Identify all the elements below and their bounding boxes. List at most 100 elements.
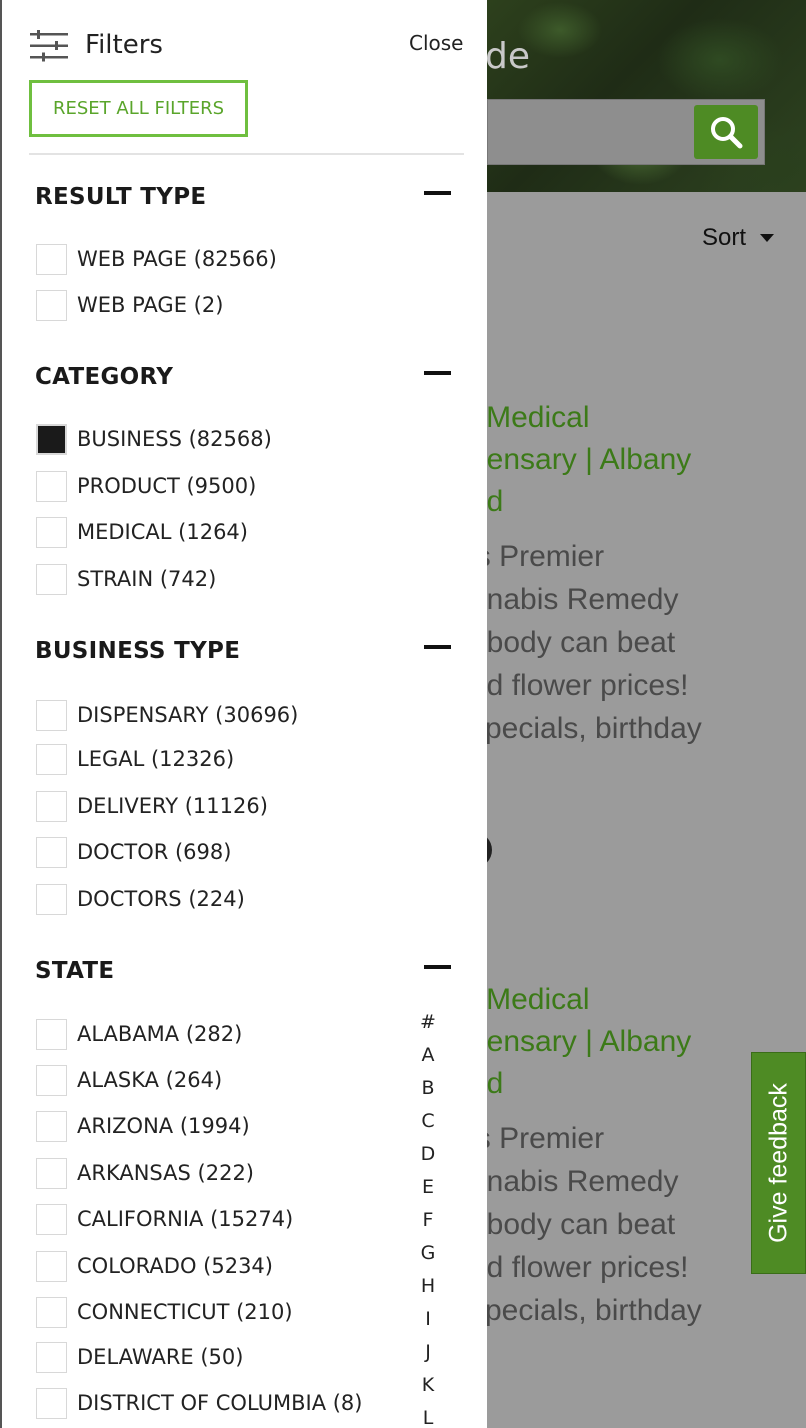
filter-option[interactable]: ALASKA (264) xyxy=(36,1064,222,1096)
filter-option[interactable]: DISTRICT OF COLUMBIA (8) xyxy=(36,1387,362,1419)
alpha-index-letter[interactable]: I xyxy=(416,1303,440,1336)
collapse-minus-icon[interactable] xyxy=(424,371,451,375)
checkbox[interactable] xyxy=(36,563,67,595)
filter-option-label: CONNECTICUT (210) xyxy=(77,1300,293,1324)
checkbox[interactable] xyxy=(36,1018,67,1050)
checkbox[interactable] xyxy=(36,836,67,868)
filters-title: Filters xyxy=(85,30,163,60)
filter-option-label: ARIZONA (1994) xyxy=(77,1114,250,1138)
business-type-heading[interactable]: BUSINESS TYPE xyxy=(35,638,240,664)
checkbox[interactable] xyxy=(36,743,67,775)
filter-option[interactable]: DOCTOR (698) xyxy=(36,836,231,868)
checkbox[interactable] xyxy=(36,1203,67,1235)
sort-dropdown[interactable]: Sort xyxy=(702,224,746,252)
result-desc-line: nd flower prices! xyxy=(470,669,689,702)
filter-option-label: DISTRICT OF COLUMBIA (8) xyxy=(77,1391,363,1415)
alpha-index-letter[interactable]: G xyxy=(416,1237,440,1270)
filter-option-label: STRAIN (742) xyxy=(77,567,217,591)
checkbox[interactable] xyxy=(36,1296,67,1328)
checkbox[interactable] xyxy=(36,1387,67,1419)
give-feedback-label: Give feedback xyxy=(764,1083,792,1243)
checkbox-checked[interactable] xyxy=(36,423,67,455)
filter-option[interactable]: CALIFORNIA (15274) xyxy=(36,1203,293,1235)
filter-option-label: BUSINESS (82568) xyxy=(77,427,272,451)
filter-option-label: PRODUCT (9500) xyxy=(77,474,257,498)
alpha-index-letter[interactable]: K xyxy=(416,1369,440,1402)
checkbox[interactable] xyxy=(36,243,67,275)
filter-option[interactable]: ARIZONA (1994) xyxy=(36,1110,250,1142)
filter-option-label: ALASKA (264) xyxy=(77,1068,223,1092)
sliders-icon xyxy=(30,30,68,62)
checkbox[interactable] xyxy=(36,883,67,915)
filter-option[interactable]: DELIVERY (11126) xyxy=(36,790,268,822)
checkbox[interactable] xyxy=(36,699,67,731)
collapse-minus-icon[interactable] xyxy=(424,645,451,649)
search-icon xyxy=(711,117,743,149)
filter-option[interactable]: STRAIN (742) xyxy=(36,563,216,595)
filter-option[interactable]: LEGAL (12326) xyxy=(36,743,234,775)
filter-option[interactable]: BUSINESS (82568) xyxy=(36,423,272,455)
state-heading[interactable]: STATE xyxy=(35,958,114,984)
filter-option[interactable]: COLORADO (5234) xyxy=(36,1250,273,1282)
search-button[interactable] xyxy=(694,105,758,159)
filter-option-label: CALIFORNIA (15274) xyxy=(77,1207,294,1231)
collapse-minus-icon[interactable] xyxy=(424,191,451,195)
alpha-index-letter[interactable]: # xyxy=(416,1006,440,1039)
give-feedback-button[interactable]: Give feedback xyxy=(751,1052,806,1274)
checkbox[interactable] xyxy=(36,1110,67,1142)
filters-drawer: Filters Close RESET ALL FILTERS RESULT T… xyxy=(0,0,487,1428)
alpha-index-letter[interactable]: J xyxy=(416,1336,440,1369)
close-button[interactable]: Close xyxy=(409,31,463,55)
checkbox[interactable] xyxy=(36,516,67,548)
alpha-index-letter[interactable]: D xyxy=(416,1138,440,1171)
filter-option[interactable]: WEB PAGE (82566) xyxy=(36,243,277,275)
filter-option[interactable]: DISPENSARY (30696) xyxy=(36,699,298,731)
filter-option[interactable]: MEDICAL (1264) xyxy=(36,516,248,548)
filter-option[interactable]: ALABAMA (282) xyxy=(36,1018,242,1050)
result-desc-line: nnabis Remedy xyxy=(470,583,679,616)
alpha-index-letter[interactable]: L xyxy=(416,1402,440,1428)
filter-option[interactable]: DELAWARE (50) xyxy=(36,1341,243,1373)
result-type-heading[interactable]: RESULT TYPE xyxy=(35,184,206,210)
category-heading[interactable]: CATEGORY xyxy=(35,364,173,390)
alpha-index-letter[interactable]: F xyxy=(416,1204,440,1237)
result-desc-line: 's Premier xyxy=(470,540,605,573)
collapse-minus-icon[interactable] xyxy=(424,965,451,969)
result-title-line[interactable]: ud xyxy=(470,481,806,523)
filter-option-label: DOCTORS (224) xyxy=(77,887,245,911)
checkbox[interactable] xyxy=(36,1250,67,1282)
filter-option[interactable]: PRODUCT (9500) xyxy=(36,470,256,502)
filter-option-label: WEB PAGE (2) xyxy=(77,293,224,317)
checkbox[interactable] xyxy=(36,1064,67,1096)
alpha-index-letter[interactable]: B xyxy=(416,1072,440,1105)
filter-option-label: ARKANSAS (222) xyxy=(77,1161,254,1185)
filter-option-label: MEDICAL (1264) xyxy=(77,520,248,544)
filter-option-label: DELIVERY (11126) xyxy=(77,794,268,818)
filter-option-label: ALABAMA (282) xyxy=(77,1022,243,1046)
checkbox[interactable] xyxy=(36,1341,67,1373)
result-title-line[interactable]: pensary | Albany xyxy=(470,439,806,481)
checkbox[interactable] xyxy=(36,790,67,822)
result-title-line[interactable]: | Medical xyxy=(470,979,806,1021)
result-title-line[interactable]: | Medical xyxy=(470,397,806,439)
alpha-index-letter[interactable]: C xyxy=(416,1105,440,1138)
caret-down-icon xyxy=(760,234,774,242)
alpha-index-letter[interactable]: A xyxy=(416,1039,440,1072)
result-card[interactable]: | Medical pensary | Albany ud 's Premier… xyxy=(470,397,806,750)
filter-option[interactable]: CONNECTICUT (210) xyxy=(36,1296,293,1328)
checkbox[interactable] xyxy=(36,470,67,502)
filter-option-label: DELAWARE (50) xyxy=(77,1345,244,1369)
filter-option[interactable]: ARKANSAS (222) xyxy=(36,1157,254,1189)
alpha-index-letter[interactable]: H xyxy=(416,1270,440,1303)
reset-all-filters-button[interactable]: RESET ALL FILTERS xyxy=(29,80,248,137)
result-desc-line: obody can beat xyxy=(470,626,676,659)
checkbox[interactable] xyxy=(36,1157,67,1189)
filter-option-label: COLORADO (5234) xyxy=(77,1254,273,1278)
checkbox[interactable] xyxy=(36,289,67,321)
alpha-index-letter[interactable]: E xyxy=(416,1171,440,1204)
alphabet-index: # A B C D E F G H I J K L xyxy=(416,1006,440,1428)
filter-option[interactable]: DOCTORS (224) xyxy=(36,883,245,915)
filter-option-label: LEGAL (12326) xyxy=(77,747,235,771)
filter-option-label: WEB PAGE (82566) xyxy=(77,247,277,271)
filter-option[interactable]: WEB PAGE (2) xyxy=(36,289,223,321)
